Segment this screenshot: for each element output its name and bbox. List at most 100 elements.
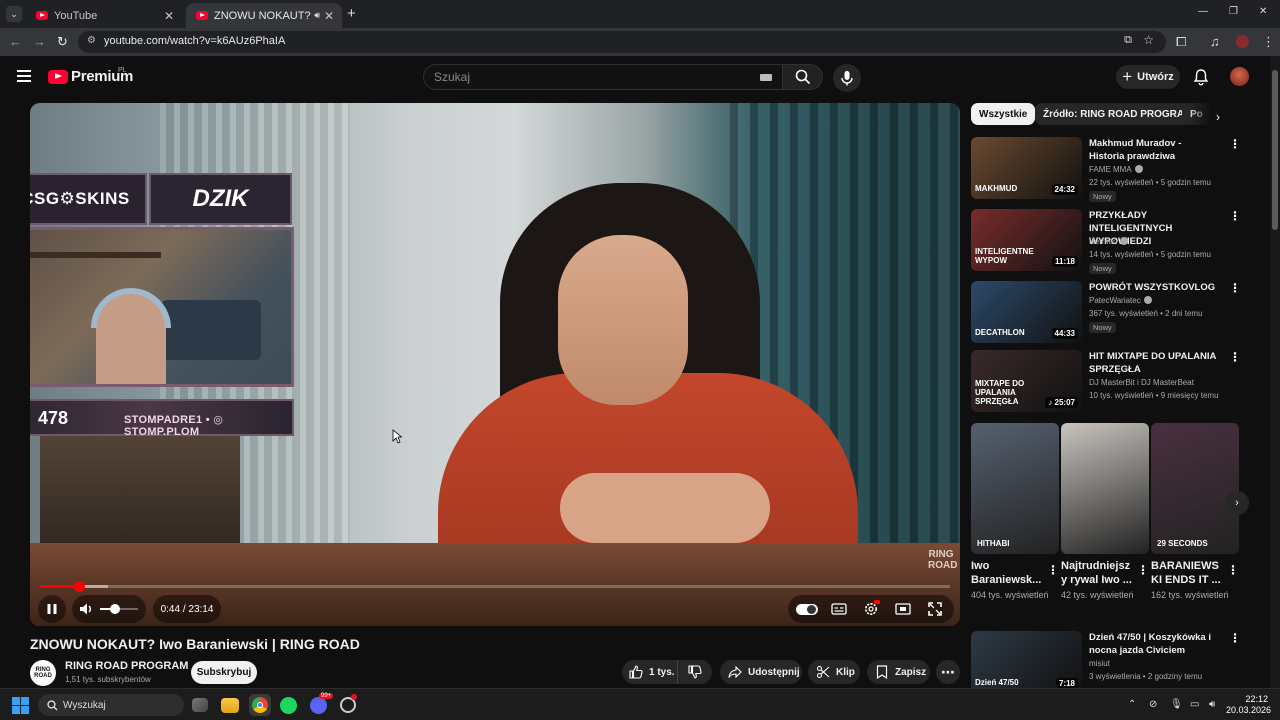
minimize-button[interactable]: —	[1198, 6, 1208, 17]
more-vertical-icon[interactable]: ⋮	[1047, 563, 1059, 577]
short-thumbnail[interactable]: HITHABI	[971, 423, 1059, 554]
recommendation-thumbnail[interactable]: MIXTAPE DO UPALANIA SPRZĘGŁA ♪ 25:07	[971, 350, 1082, 412]
notifications-bell-icon[interactable]	[1193, 68, 1209, 86]
restore-button[interactable]: ❐	[1229, 6, 1238, 17]
site-info-icon[interactable]: ⚙	[87, 35, 96, 46]
browser-tab-video[interactable]: ZNOWU NOKAUT? Iwo Bar 🔊︎ ✕	[186, 3, 342, 28]
display-tray-icon[interactable]: ▭	[1190, 699, 1199, 710]
short-title[interactable]: Najtrudniejsz y rywal Iwo ...	[1061, 559, 1133, 587]
back-icon[interactable]: ←	[9, 34, 22, 50]
account-avatar[interactable]	[1230, 67, 1249, 86]
network-icon[interactable]: ⊘	[1149, 699, 1157, 710]
shorts-next-button[interactable]: ›	[1225, 491, 1249, 515]
save-button[interactable]: Zapisz	[867, 660, 930, 684]
more-actions-button[interactable]: ⋯	[936, 660, 960, 684]
app-icon[interactable]	[340, 694, 357, 713]
reload-icon[interactable]: ↻	[57, 34, 68, 50]
task-view-icon[interactable]	[192, 698, 208, 712]
page-scrollbar[interactable]	[1270, 56, 1280, 688]
more-vertical-icon[interactable]: ⋮	[1229, 282, 1241, 294]
more-vertical-icon[interactable]: ⋮	[1229, 632, 1241, 644]
clip-button[interactable]: Klip	[808, 660, 860, 684]
recommendation-item[interactable]: INTELIGENTNE WYPOW 11:18 PRZYKŁADY INTELIG…	[971, 209, 1251, 277]
close-window-button[interactable]: ✕	[1259, 6, 1267, 17]
more-vertical-icon[interactable]: ⋮	[1227, 563, 1239, 577]
media-control-icon[interactable]: ♫	[1210, 34, 1220, 50]
short-title[interactable]: Iwo Baraniewsk...	[971, 559, 1043, 587]
taskbar-clock[interactable]: 22:12 20.03.2026	[1226, 694, 1271, 716]
recommendation-thumbnail[interactable]: DECATHLON 44:33	[971, 281, 1082, 343]
pause-button[interactable]	[38, 595, 66, 623]
chrome-icon[interactable]	[249, 694, 271, 716]
subtitles-icon[interactable]	[831, 603, 847, 615]
dislike-button[interactable]	[688, 665, 702, 682]
short-thumbnail[interactable]: 29 SECONDS	[1151, 423, 1239, 554]
browser-menu-icon[interactable]: ⋮	[1262, 34, 1275, 50]
channel-name[interactable]: RING ROAD PROGRAM	[65, 660, 188, 672]
chip-source-channel[interactable]: Źródło: RING ROAD PROGRAM	[1035, 103, 1201, 125]
recommendation-channel[interactable]: Herman	[1089, 237, 1129, 246]
search-button[interactable]	[782, 64, 823, 90]
tab-list-dropdown-icon[interactable]: ⌄	[6, 6, 22, 22]
spotify-icon[interactable]	[280, 697, 297, 714]
hamburger-menu-icon[interactable]	[17, 70, 31, 82]
tab-close-icon[interactable]: ✕	[324, 9, 334, 23]
volume-slider-knob[interactable]	[110, 604, 121, 614]
voice-search-button[interactable]	[833, 64, 861, 92]
tray-overflow-icon[interactable]: ⌃	[1128, 699, 1136, 710]
more-vertical-icon[interactable]: ⋮	[1229, 351, 1241, 363]
recommendation-thumbnail[interactable]: Dzień 47/50 7:18	[971, 631, 1082, 693]
recommendation-channel[interactable]: PatecWariatec	[1089, 296, 1152, 305]
volume-control[interactable]	[72, 595, 146, 623]
subscribe-button[interactable]: Subskrybuj	[191, 661, 257, 684]
short-thumbnail[interactable]	[1061, 423, 1149, 554]
search-input[interactable]	[434, 70, 754, 84]
channel-avatar[interactable]: RING ROAD	[30, 660, 56, 686]
short-item[interactable]: 29 SECONDS BARANIEWS KI ENDS IT ... 162 ty…	[1151, 423, 1239, 601]
recommendation-channel[interactable]: DJ MasterBit i DJ MasterBeat	[1089, 378, 1194, 387]
short-item[interactable]: HITHABI Iwo Baraniewsk... 404 tys. wyświet…	[971, 423, 1059, 601]
tab-close-icon[interactable]: ✕	[164, 9, 174, 23]
progress-bar[interactable]	[40, 581, 950, 592]
microphone-tray-icon[interactable]: 🎙︎	[1170, 699, 1183, 710]
chevron-right-icon[interactable]: ›	[1216, 110, 1220, 124]
recommendation-item[interactable]: MIXTAPE DO UPALANIA SPRZĘGŁA ♪ 25:07 HIT M…	[971, 350, 1251, 418]
browser-tab-youtube[interactable]: YouTube ✕	[26, 3, 182, 28]
autoplay-toggle[interactable]	[796, 604, 818, 615]
speaker-icon[interactable]: 🔊︎	[314, 10, 320, 21]
taskbar-search[interactable]: Wyszukaj	[38, 694, 184, 716]
chip-all[interactable]: Wszystkie	[971, 103, 1036, 125]
like-button[interactable]: 1 tys.	[622, 660, 678, 684]
keyboard-icon[interactable]	[760, 74, 772, 81]
more-vertical-icon[interactable]: ⋮	[1137, 563, 1149, 577]
install-app-icon[interactable]: ⧉	[1124, 34, 1132, 47]
recommendation-title[interactable]: HIT MIXTAPE DO UPALANIA SPRZĘGŁA	[1089, 350, 1217, 376]
address-bar[interactable]: ⚙ youtube.com/watch?v=k6AUz6PhaIA ⧉ ☆	[78, 31, 1166, 53]
more-vertical-icon[interactable]: ⋮	[1229, 138, 1241, 150]
short-title[interactable]: BARANIEWS KI ENDS IT ...	[1151, 559, 1223, 587]
recommendation-title[interactable]: POWRÓT WSZYSTKOVLOG	[1089, 281, 1217, 294]
profile-avatar[interactable]	[1236, 35, 1249, 48]
scrollbar-thumb[interactable]	[1272, 70, 1278, 230]
recommendation-thumbnail[interactable]: INTELIGENTNE WYPOW 11:18	[971, 209, 1082, 271]
recommendation-title[interactable]: Dzień 47/50 | Koszykówka i nocna jazda C…	[1089, 631, 1217, 657]
more-vertical-icon[interactable]: ⋮	[1229, 210, 1241, 222]
file-explorer-icon[interactable]	[221, 698, 239, 713]
recommendation-title[interactable]: Makhmud Muradov - Historia prawdziwa	[1089, 137, 1217, 163]
windows-start-icon[interactable]	[12, 697, 29, 714]
recommendation-item[interactable]: DECATHLON 44:33 POWRÓT WSZYSTKOVLOG PatecWa…	[971, 281, 1251, 349]
extensions-icon[interactable]: ⧠	[1176, 34, 1186, 50]
fullscreen-icon[interactable]	[928, 602, 942, 616]
recommendation-item[interactable]: MAKHMUD 24:32 Makhmud Muradov - Historia p…	[971, 137, 1251, 205]
recommendation-thumbnail[interactable]: MAKHMUD 24:32	[971, 137, 1082, 199]
new-tab-button[interactable]: +	[347, 5, 356, 22]
video-player[interactable]: CSG⚙SKINS DZIK 478 STOMPADRE1 • ◎ STOMP.…	[30, 103, 960, 626]
miniplayer-icon[interactable]	[895, 603, 911, 615]
forward-icon[interactable]: →	[33, 34, 46, 50]
speaker-tray-icon[interactable]: 🔊︎	[1209, 699, 1215, 710]
share-button[interactable]: Udostępnij	[720, 660, 802, 684]
short-item[interactable]: Najtrudniejsz y rywal Iwo ... 42 tys. wyś…	[1061, 423, 1149, 601]
discord-icon[interactable]: 99+	[310, 693, 334, 714]
create-button[interactable]: + Utwórz	[1116, 65, 1180, 89]
bookmark-star-icon[interactable]: ☆	[1143, 33, 1154, 47]
